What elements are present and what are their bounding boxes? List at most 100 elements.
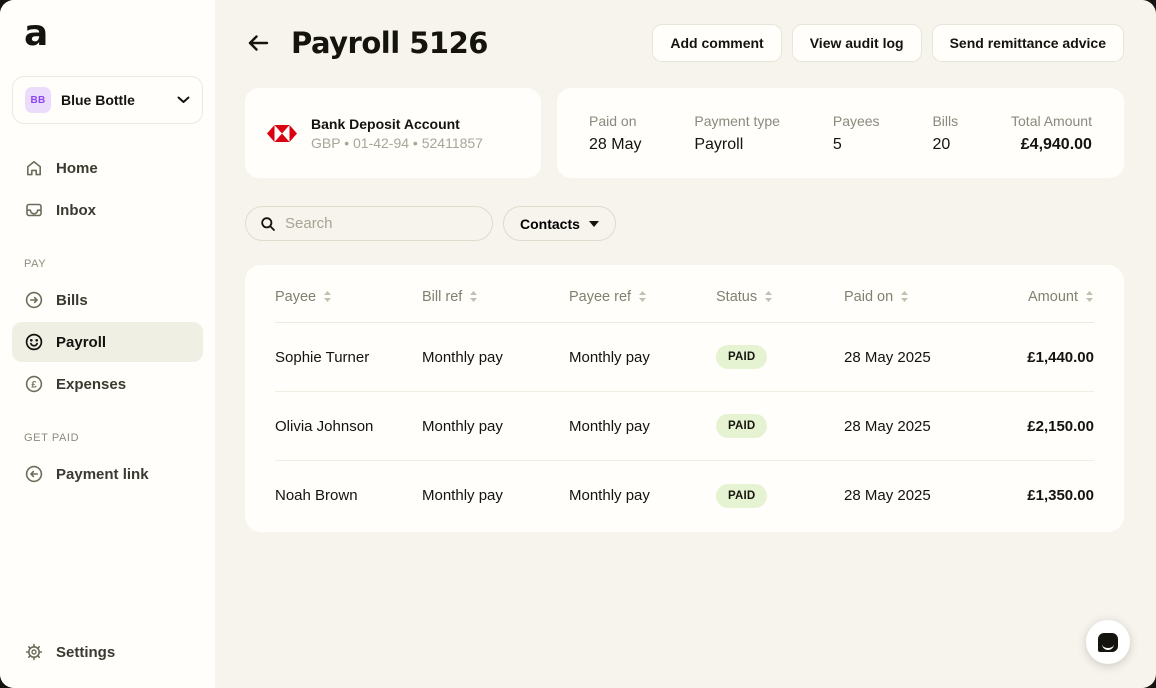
search-icon <box>260 216 276 232</box>
cell-payee: Sophie Turner <box>275 349 422 366</box>
bank-account-card[interactable]: Bank Deposit Account GBP • 01-42-94 • 52… <box>245 88 541 178</box>
cell-payee-ref: Monthly pay <box>569 487 716 504</box>
column-label: Payee ref <box>569 289 631 305</box>
sidebar-item-bills[interactable]: Bills <box>12 280 203 320</box>
cell-amount: £2,150.00 <box>1018 418 1094 435</box>
sidebar-item-payment-link[interactable]: Payment link <box>12 454 203 494</box>
column-header-payee-ref[interactable]: Payee ref <box>569 289 716 305</box>
sidebar-section-pay: PAY <box>24 258 203 270</box>
sidebar-section-get-paid: GET PAID <box>24 432 203 444</box>
search-input[interactable] <box>285 215 478 232</box>
column-header-payee[interactable]: Payee <box>275 289 422 305</box>
page-title: Payroll 5126 <box>291 26 488 60</box>
cell-paid-on: 28 May 2025 <box>844 349 1018 366</box>
summary-cards-row: Bank Deposit Account GBP • 01-42-94 • 52… <box>245 88 1124 178</box>
sidebar-item-label: Bills <box>56 292 88 309</box>
stat-label: Payment type <box>694 113 780 129</box>
payments-table: Payee Bill ref Payee ref Status Paid on <box>245 265 1124 532</box>
column-label: Bill ref <box>422 289 462 305</box>
stat-value: £4,940.00 <box>1011 136 1092 154</box>
stat-bills: Bills 20 <box>932 113 958 154</box>
table-row[interactable]: Sophie Turner Monthly pay Monthly pay PA… <box>275 323 1094 392</box>
sidebar-item-home[interactable]: Home <box>12 148 203 188</box>
circle-arrow-left-icon <box>24 464 44 484</box>
brand-logo-icon: a <box>24 16 203 52</box>
stat-payees: Payees 5 <box>833 113 880 154</box>
sort-icon <box>323 290 332 303</box>
payment-summary-card: Paid on 28 May Payment type Payroll Paye… <box>557 88 1124 178</box>
main-content: Payroll 5126 Add comment View audit log … <box>215 0 1156 688</box>
table-row[interactable]: Olivia Johnson Monthly pay Monthly pay P… <box>275 392 1094 461</box>
workspace-switcher[interactable]: BB Blue Bottle <box>12 76 203 124</box>
smiley-icon <box>24 332 44 352</box>
back-arrow-button[interactable] <box>245 31 271 55</box>
cell-paid-on: 28 May 2025 <box>844 487 1018 504</box>
table-header-row: Payee Bill ref Payee ref Status Paid on <box>275 271 1094 323</box>
send-remittance-advice-button[interactable]: Send remittance advice <box>932 24 1124 62</box>
workspace-name: Blue Bottle <box>61 92 135 108</box>
sort-icon <box>764 290 773 303</box>
sidebar-item-label: Settings <box>56 644 115 661</box>
sidebar-item-settings[interactable]: Settings <box>12 632 203 672</box>
app-window: a BB Blue Bottle Home Inbox PAY <box>0 0 1156 688</box>
cell-paid-on: 28 May 2025 <box>844 418 1018 435</box>
view-audit-log-button[interactable]: View audit log <box>792 24 922 62</box>
cell-bill-ref: Monthly pay <box>422 487 569 504</box>
cell-amount: £1,350.00 <box>1018 487 1094 504</box>
filter-row: Contacts <box>245 206 1124 241</box>
stat-paid-on: Paid on 28 May <box>589 113 641 154</box>
status-badge: PAID <box>716 414 767 438</box>
stat-label: Total Amount <box>1011 113 1092 129</box>
status-badge: PAID <box>716 345 767 369</box>
column-header-paid-on[interactable]: Paid on <box>844 289 1018 305</box>
contacts-dropdown-label: Contacts <box>520 216 580 232</box>
circle-arrow-right-icon <box>24 290 44 310</box>
column-label: Paid on <box>844 289 893 305</box>
sidebar-item-label: Home <box>56 160 98 177</box>
add-comment-button[interactable]: Add comment <box>652 24 781 62</box>
stat-payment-type: Payment type Payroll <box>694 113 780 154</box>
table-row[interactable]: Noah Brown Monthly pay Monthly pay PAID … <box>275 461 1094 530</box>
svg-text:£: £ <box>31 379 37 390</box>
sidebar-item-inbox[interactable]: Inbox <box>12 190 203 230</box>
workspace-avatar: BB <box>25 87 51 113</box>
cell-payee-ref: Monthly pay <box>569 418 716 435</box>
column-label: Payee <box>275 289 316 305</box>
header-actions: Add comment View audit log Send remittan… <box>652 24 1124 62</box>
cell-payee: Olivia Johnson <box>275 418 422 435</box>
sidebar-footer: Settings <box>12 632 203 674</box>
sidebar-item-expenses[interactable]: £ Expenses <box>12 364 203 404</box>
sort-icon <box>900 290 909 303</box>
stat-value: Payroll <box>694 136 780 154</box>
sort-icon <box>1085 290 1094 303</box>
column-label: Amount <box>1028 289 1078 305</box>
contacts-dropdown[interactable]: Contacts <box>503 206 616 241</box>
column-header-status[interactable]: Status <box>716 289 844 305</box>
stat-label: Bills <box>932 113 958 129</box>
cell-amount: £1,440.00 <box>1018 349 1094 366</box>
sidebar-item-label: Payroll <box>56 334 106 351</box>
search-box[interactable] <box>245 206 493 241</box>
cell-status: PAID <box>716 345 844 369</box>
column-header-bill-ref[interactable]: Bill ref <box>422 289 569 305</box>
pound-circle-icon: £ <box>24 374 44 394</box>
chat-widget-button[interactable] <box>1086 620 1130 664</box>
stat-total-amount: Total Amount £4,940.00 <box>1011 113 1092 154</box>
column-header-amount[interactable]: Amount <box>1018 289 1094 305</box>
sidebar-item-label: Payment link <box>56 466 149 483</box>
stat-value: 5 <box>833 136 880 154</box>
inbox-icon <box>24 200 44 220</box>
sidebar: a BB Blue Bottle Home Inbox PAY <box>0 0 215 688</box>
stat-label: Payees <box>833 113 880 129</box>
cell-payee: Noah Brown <box>275 487 422 504</box>
cell-status: PAID <box>716 484 844 508</box>
bank-account-name: Bank Deposit Account <box>311 116 483 132</box>
stat-label: Paid on <box>589 113 641 129</box>
chat-icon <box>1098 633 1118 652</box>
stat-value: 20 <box>932 136 958 154</box>
cell-bill-ref: Monthly pay <box>422 349 569 366</box>
sidebar-item-label: Inbox <box>56 202 96 219</box>
sidebar-item-payroll[interactable]: Payroll <box>12 322 203 362</box>
cell-status: PAID <box>716 414 844 438</box>
sidebar-nav: Home Inbox PAY Bills Payroll <box>12 148 203 496</box>
